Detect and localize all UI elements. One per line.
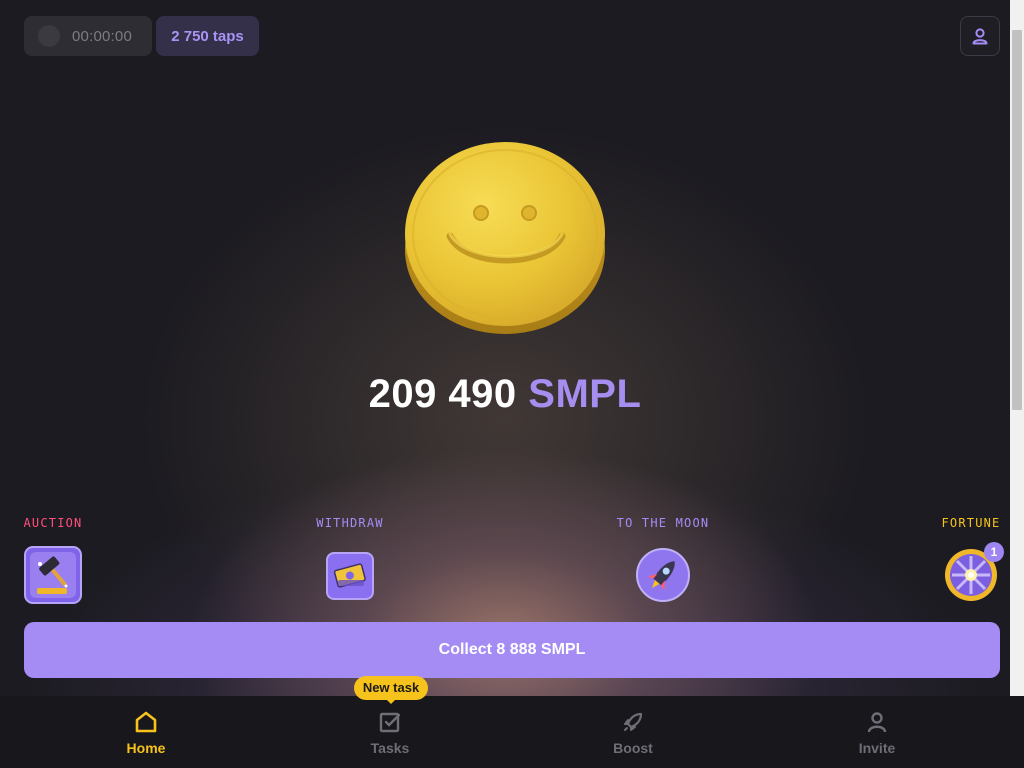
nav-home[interactable]: Home xyxy=(86,696,206,768)
nav-label-invite: Invite xyxy=(858,740,896,756)
nav-tasks[interactable]: Tasks xyxy=(330,696,450,768)
timer-pill: 00:00:00 xyxy=(24,16,152,56)
feature-label-withdraw: WITHDRAW xyxy=(316,516,384,530)
balance-currency: SMPL xyxy=(528,372,642,416)
fortune-badge: 1 xyxy=(984,542,1004,562)
money-icon xyxy=(326,552,374,600)
tap-coin[interactable] xyxy=(404,140,606,336)
new-task-tooltip: New task xyxy=(354,676,428,700)
timer-indicator-icon xyxy=(38,25,60,47)
nav-label-tasks: Tasks xyxy=(370,740,410,756)
feature-label-fortune: FORTUNE xyxy=(941,516,1001,530)
taps-counter: 2 750 taps xyxy=(156,16,259,56)
nav-invite[interactable]: Invite xyxy=(817,696,937,768)
timer-text: 00:00:00 xyxy=(72,27,132,45)
scrollbar[interactable] xyxy=(1010,0,1024,696)
balance-amount: 209 490 xyxy=(368,372,517,416)
balance-display: 209 490 SMPL xyxy=(0,372,1010,417)
nav-label-home: Home xyxy=(126,740,166,756)
new-task-tooltip-tail xyxy=(385,698,397,704)
home-icon xyxy=(135,711,157,733)
smiley-coin-icon xyxy=(405,142,605,334)
rocket-icon xyxy=(624,712,643,731)
profile-button[interactable] xyxy=(960,16,1000,56)
feature-auction[interactable]: AUCTION xyxy=(22,516,84,604)
collect-button[interactable]: Collect 8 888 SMPL xyxy=(24,622,1000,678)
feature-label-to-the-moon: TO THE MOON xyxy=(616,516,710,530)
main-area: 00:00:00 2 750 taps 209 490 SMPL AUCTION… xyxy=(0,0,1010,696)
scrollbar-thumb[interactable] xyxy=(1012,30,1022,410)
user-icon xyxy=(867,712,887,733)
nav-boost[interactable]: Boost xyxy=(573,696,693,768)
feature-to-the-moon[interactable]: TO THE MOON xyxy=(614,516,712,602)
feature-label-auction: AUCTION xyxy=(23,516,83,530)
nav-label-boost: Boost xyxy=(613,740,653,756)
feature-fortune[interactable]: FORTUNE 1 xyxy=(940,516,1004,602)
feature-withdraw[interactable]: WITHDRAW xyxy=(313,516,387,600)
rocket-icon xyxy=(636,548,690,602)
gavel-icon xyxy=(24,546,82,604)
wheel-icon: 1 xyxy=(944,542,1004,602)
checkbox-icon xyxy=(379,712,401,733)
bottom-nav: Home Tasks Boost Invite xyxy=(0,696,1024,768)
user-icon xyxy=(972,28,988,45)
